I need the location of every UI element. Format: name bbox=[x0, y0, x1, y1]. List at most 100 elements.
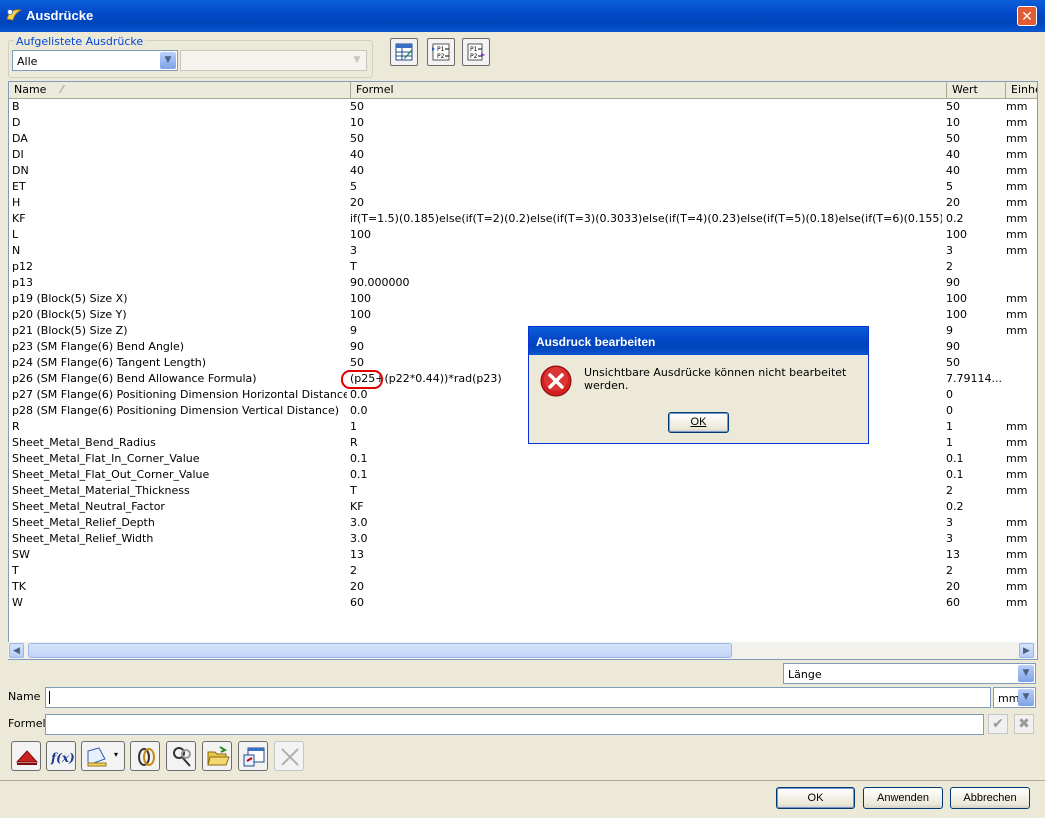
table-row[interactable]: ET 5 5 mm bbox=[9, 179, 1037, 195]
table-row[interactable]: R 1 1 mm bbox=[9, 419, 1037, 435]
cell-unit: mm bbox=[1006, 164, 1028, 177]
external-spreadsheet-button[interactable] bbox=[238, 741, 268, 771]
table-row[interactable]: DN 40 40 mm bbox=[9, 163, 1037, 179]
dimension-type-select[interactable]: Länge ▼ bbox=[783, 663, 1036, 684]
cell-name: T bbox=[12, 564, 19, 577]
table-row[interactable]: p19 (Block(5) Size X) 100 100 mm bbox=[9, 291, 1037, 307]
table-row[interactable]: T 2 2 mm bbox=[9, 563, 1037, 579]
table-row[interactable]: p23 (SM Flange(6) Bend Angle) 90 90 bbox=[9, 339, 1037, 355]
function-button[interactable]: f(x) bbox=[46, 741, 76, 771]
svg-text:P2=: P2= bbox=[437, 53, 449, 60]
table-row[interactable]: p27 (SM Flange(6) Positioning Dimension … bbox=[9, 387, 1037, 403]
column-header-formula[interactable]: Formel bbox=[351, 82, 947, 98]
cell-formula: 3 bbox=[350, 244, 357, 257]
cell-formula: 50 bbox=[350, 132, 364, 145]
name-input[interactable] bbox=[45, 687, 991, 708]
open-file-button[interactable] bbox=[202, 741, 232, 771]
cell-unit: mm bbox=[1006, 564, 1028, 577]
table-row[interactable]: p28 (SM Flange(6) Positioning Dimension … bbox=[9, 403, 1037, 419]
scroll-left-button[interactable]: ◀ bbox=[9, 643, 24, 658]
column-header-name[interactable]: Name ⁄ bbox=[9, 82, 351, 98]
cell-name: p21 (Block(5) Size Z) bbox=[12, 324, 128, 337]
spreadsheet-edit-button[interactable] bbox=[390, 38, 418, 66]
table-row[interactable]: N 3 3 mm bbox=[9, 243, 1037, 259]
cell-value: 40 bbox=[946, 148, 960, 161]
table-row[interactable]: D 10 10 mm bbox=[9, 115, 1037, 131]
measure-icon bbox=[87, 747, 107, 767]
cell-name: Sheet_Metal_Flat_Out_Corner_Value bbox=[12, 468, 210, 481]
cell-value: 2 bbox=[946, 564, 953, 577]
chevron-down-icon[interactable]: ▼ bbox=[160, 52, 176, 69]
close-icon: ✕ bbox=[1021, 9, 1033, 25]
export-expressions-button[interactable]: P1= P2= bbox=[462, 38, 490, 66]
cell-unit: mm bbox=[1006, 244, 1028, 257]
table-row[interactable]: B 50 50 mm bbox=[9, 99, 1037, 115]
cell-value: 90 bbox=[946, 340, 960, 353]
table-row[interactable]: Sheet_Metal_Neutral_Factor KF 0.2 bbox=[9, 499, 1037, 515]
cell-name: H bbox=[12, 196, 21, 209]
table-row[interactable]: KF if(T=1.5)(0.185)else(if(T=2)(0.2)else(… bbox=[9, 211, 1037, 227]
table-row[interactable]: Sheet_Metal_Relief_Depth 3.0 3 mm bbox=[9, 515, 1037, 531]
delete-button-disabled[interactable] bbox=[274, 741, 304, 771]
table-row[interactable]: p21 (Block(5) Size Z) 9 9 mm bbox=[9, 323, 1037, 339]
table-row[interactable]: Sheet_Metal_Relief_Width 3.0 3 mm bbox=[9, 531, 1037, 547]
table-row[interactable]: p12 T 2 bbox=[9, 259, 1037, 275]
reference-button[interactable] bbox=[130, 741, 160, 771]
app-icon bbox=[6, 9, 23, 21]
cell-formula: 60 bbox=[350, 596, 364, 609]
reject-formula-button[interactable]: ✖ bbox=[1014, 714, 1034, 734]
cell-value: 100 bbox=[946, 292, 967, 305]
ok-button[interactable]: OK bbox=[776, 787, 855, 809]
chevron-down-icon[interactable]: ▼ bbox=[1018, 689, 1034, 706]
accept-formula-button[interactable]: ✔ bbox=[988, 714, 1008, 734]
table-row[interactable]: H 20 20 mm bbox=[9, 195, 1037, 211]
delete-expression-button[interactable] bbox=[166, 741, 196, 771]
table-row[interactable]: p24 (SM Flange(6) Tangent Length) 50 50 bbox=[9, 355, 1037, 371]
triangle-up-icon bbox=[15, 750, 39, 765]
scrollbar-thumb[interactable] bbox=[28, 643, 732, 658]
scroll-right-button[interactable]: ▶ bbox=[1019, 643, 1034, 658]
column-header-value[interactable]: Wert bbox=[947, 82, 1006, 98]
table-row[interactable]: L 100 100 mm bbox=[9, 227, 1037, 243]
close-button[interactable]: ✕ bbox=[1017, 6, 1037, 26]
table-row[interactable]: Sheet_Metal_Flat_Out_Corner_Value 0.1 0.1 m… bbox=[9, 467, 1037, 483]
key-link-icon bbox=[173, 747, 191, 767]
sub-filter-select[interactable]: ▼ bbox=[180, 50, 367, 71]
chevron-down-icon[interactable]: ▼ bbox=[1018, 665, 1034, 682]
filter-select[interactable]: Alle ▼ bbox=[12, 50, 178, 71]
cell-value: 7.79114... bbox=[946, 372, 1002, 385]
horizontal-scrollbar[interactable]: ◀ ▶ bbox=[8, 642, 1036, 659]
table-row[interactable]: Sheet_Metal_Bend_Radius R 1 mm bbox=[9, 435, 1037, 451]
cell-unit: mm bbox=[1006, 484, 1028, 497]
dialog-message: Unsichtbare Ausdrücke können nicht bearb… bbox=[584, 366, 847, 392]
cell-formula: T bbox=[350, 484, 357, 497]
dialog-ok-button[interactable]: OK bbox=[668, 412, 729, 433]
cell-unit: mm bbox=[1006, 532, 1028, 545]
cell-unit: mm bbox=[1006, 548, 1028, 561]
table-row[interactable]: Sheet_Metal_Flat_In_Corner_Value 0.1 0.1 mm bbox=[9, 451, 1037, 467]
expressions-table[interactable]: Name ⁄ Formel Wert Einhe B5050mmD1010mm D… bbox=[8, 81, 1038, 660]
highlight-marker bbox=[341, 370, 383, 389]
table-row[interactable]: Sheet_Metal_Material_Thickness T 2 mm bbox=[9, 483, 1037, 499]
table-row[interactable]: W 60 60 mm bbox=[9, 595, 1037, 611]
cell-unit: mm bbox=[1006, 132, 1028, 145]
table-row[interactable]: SW 13 13 mm bbox=[9, 547, 1037, 563]
unit-select[interactable]: mm ▼ bbox=[993, 687, 1036, 708]
cell-value: 1 bbox=[946, 436, 953, 449]
table-row[interactable]: DA 50 50 mm bbox=[9, 131, 1037, 147]
apply-button[interactable]: Anwenden bbox=[863, 787, 943, 809]
table-row[interactable]: p26 (SM Flange(6) Bend Allowance Formula… bbox=[9, 371, 1037, 387]
column-header-unit[interactable]: Einhe bbox=[1006, 82, 1037, 98]
cell-name: L bbox=[12, 228, 19, 241]
table-row[interactable]: DI 40 40 mm bbox=[9, 147, 1037, 163]
import-icon: P1= P2= bbox=[432, 43, 450, 61]
cancel-button[interactable]: Abbrechen bbox=[950, 787, 1030, 809]
table-row[interactable]: p13 90.000000 90 bbox=[9, 275, 1037, 291]
formula-input[interactable] bbox=[45, 714, 984, 735]
table-row[interactable]: p20 (Block(5) Size Y) 100 100 mm bbox=[9, 307, 1037, 323]
table-row[interactable]: TK 20 20 mm bbox=[9, 579, 1037, 595]
collapse-editor-button[interactable] bbox=[11, 741, 41, 771]
measure-dropdown-button[interactable]: ▾ bbox=[81, 741, 125, 771]
import-expressions-button[interactable]: P1= P2= bbox=[427, 38, 455, 66]
cell-name: TK bbox=[12, 580, 26, 593]
